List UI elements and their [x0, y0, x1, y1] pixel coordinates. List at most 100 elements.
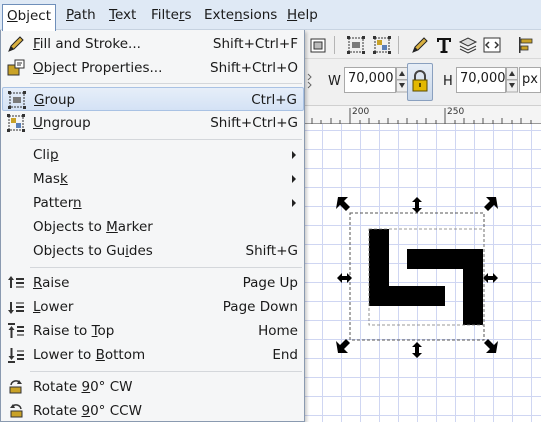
menu-item-lower-to-bottom[interactable]: Lower to Bottom End	[2, 343, 304, 367]
ungroup-icon	[7, 114, 25, 132]
duplicate-icon[interactable]	[309, 35, 329, 55]
width-field[interactable]: 70,000	[344, 67, 396, 93]
menu-item-label: Pattern	[33, 195, 82, 211]
lower-icon	[7, 298, 25, 316]
toolbar-separator	[334, 36, 335, 54]
label-post: elp	[297, 7, 318, 23]
canvas-drawing	[336, 197, 498, 358]
lower-to-bottom-icon	[7, 346, 25, 364]
menu-item-ungroup[interactable]: Ungroup Shift+Ctrl+G	[2, 111, 304, 135]
menu-item-shortcut: Shift+Ctrl+G	[210, 115, 298, 131]
menubar-filters[interactable]: Filters	[147, 6, 196, 26]
selected-group	[369, 229, 483, 325]
menu-item-objects-to-guides[interactable]: Objects to Guides Shift+G	[2, 239, 304, 263]
menu-item-label: Objects to Marker	[33, 219, 153, 235]
label-post: s	[184, 7, 192, 23]
text-tool-icon[interactable]	[434, 35, 454, 55]
menubar-help[interactable]: Help	[283, 6, 322, 26]
label-key: n	[234, 7, 243, 23]
menubar-extensions[interactable]: Extensions	[200, 6, 281, 26]
menu-item-objects-to-marker[interactable]: Objects to Marker	[2, 215, 304, 239]
raise-icon	[7, 274, 25, 292]
group-icon	[8, 91, 26, 109]
menu-item-shortcut: Shift+Ctrl+O	[210, 60, 298, 76]
submenu-arrow-icon	[292, 199, 296, 207]
label-post: ext	[114, 7, 137, 23]
width-label: W	[328, 74, 341, 89]
label-pre: Filte	[151, 7, 179, 23]
menu-item-shortcut: Ctrl+G	[251, 92, 297, 108]
toolbar-grip	[307, 72, 315, 92]
menubar-path[interactable]: Path	[62, 6, 100, 26]
submenu-arrow-icon	[292, 175, 296, 183]
rotate-ccw-icon	[7, 402, 25, 420]
menu-item-label: Group	[34, 92, 76, 108]
menu-item-shortcut: Shift+Ctrl+F	[212, 36, 298, 52]
drawing-canvas[interactable]	[303, 124, 541, 422]
handle-se	[484, 339, 498, 353]
menu-item-rotate-90-cw[interactable]: Rotate 90° CW	[2, 375, 304, 399]
ruler-ticks	[311, 108, 532, 124]
menu-item-raise-to-top[interactable]: Raise to Top Home	[2, 319, 304, 343]
menu-item-label: Rotate 90° CW	[33, 379, 133, 395]
fill-stroke-icon	[7, 35, 25, 53]
menu-item-label: Rotate 90° CCW	[33, 403, 142, 419]
menu-item-label: Raise	[33, 275, 70, 291]
height-value: 70,000	[460, 71, 506, 86]
menu-item-label: Fill and Stroke...	[33, 36, 141, 52]
menu-item-clip[interactable]: Clip	[2, 143, 304, 167]
menu-item-shortcut: Shift+G	[245, 243, 298, 259]
menu-item-shortcut: Page Up	[242, 275, 298, 291]
unit-value: px	[522, 72, 538, 87]
align-distribute-icon[interactable]	[516, 35, 536, 55]
height-spinner[interactable]	[506, 67, 518, 93]
menu-item-rotate-90-ccw[interactable]: Rotate 90° CCW	[2, 399, 304, 422]
height-field[interactable]: 70,000	[456, 67, 506, 93]
menu-item-label: Object Properties...	[33, 60, 163, 76]
handle-s	[412, 342, 422, 358]
label-key: P	[66, 7, 74, 23]
menu-item-group[interactable]: Group Ctrl+G	[2, 87, 304, 111]
menu-item-raise[interactable]: Raise Page Up	[2, 271, 304, 295]
label-post: bject	[17, 8, 51, 24]
menu-item-mask[interactable]: Mask	[2, 167, 304, 191]
object-properties-icon	[7, 59, 25, 77]
menu-item-fill-and-stroke[interactable]: Fill and Stroke... Shift+Ctrl+F	[2, 32, 304, 56]
unit-select[interactable]: px	[519, 67, 541, 93]
menu-item-shortcut: Home	[258, 323, 298, 339]
menu-item-lower[interactable]: Lower Page Down	[2, 295, 304, 319]
fill-stroke-icon[interactable]	[410, 35, 430, 55]
handle-ne	[484, 197, 498, 211]
menu-item-label: Clip	[33, 147, 59, 163]
menu-item-object-properties[interactable]: Object Properties... Shift+Ctrl+O	[2, 56, 304, 80]
label-pre: Exte	[204, 7, 235, 23]
menu-separator	[30, 83, 302, 84]
menu-item-label: Raise to Top	[33, 323, 115, 339]
toolbar-separator	[398, 36, 399, 54]
handle-e	[483, 273, 498, 283]
menubar-object[interactable]: Object	[2, 4, 56, 31]
layers-icon[interactable]	[458, 35, 478, 55]
group-part	[463, 249, 483, 325]
label-key: H	[287, 7, 298, 23]
menubar-text[interactable]: Text	[105, 6, 140, 26]
menu-item-label: Lower	[33, 299, 74, 315]
menu-separator	[30, 371, 302, 372]
label-post: ath	[73, 7, 96, 23]
lock-icon	[412, 70, 428, 92]
xml-editor-icon[interactable]	[482, 35, 502, 55]
menu-bar: Object Path Text Filters Extensions Help	[0, 0, 541, 31]
menu-item-shortcut: Page Down	[222, 299, 298, 315]
ruler-label: 200	[352, 107, 370, 117]
menu-item-label: Lower to Bottom	[33, 347, 146, 363]
ungroup-icon[interactable]	[372, 35, 392, 55]
menu-separator	[30, 267, 302, 268]
group-icon[interactable]	[346, 35, 366, 55]
label-key: O	[7, 8, 18, 24]
ruler-label: 250	[447, 107, 465, 117]
menu-item-pattern[interactable]: Pattern	[2, 191, 304, 215]
rotate-cw-icon	[7, 378, 25, 396]
label-post: sions	[242, 7, 278, 23]
menu-item-label: Ungroup	[33, 115, 91, 131]
lock-aspect-button[interactable]	[407, 63, 433, 101]
